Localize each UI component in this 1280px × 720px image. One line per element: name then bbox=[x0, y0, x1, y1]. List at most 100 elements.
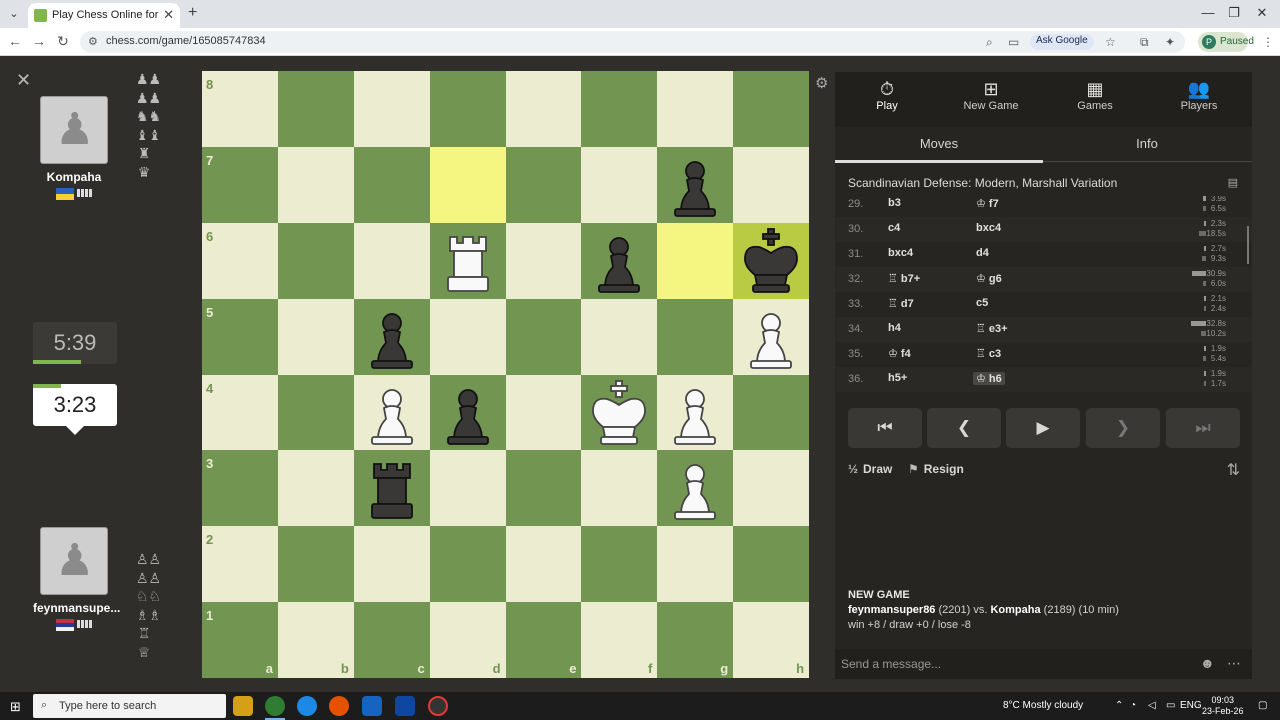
square-b2[interactable] bbox=[277, 526, 354, 603]
move-list-scrollbar[interactable] bbox=[1247, 226, 1249, 264]
black-pawn-g7[interactable] bbox=[657, 147, 733, 223]
black-move[interactable]: ♖ c3 bbox=[973, 347, 1004, 360]
close-icon[interactable]: ✕ bbox=[16, 70, 31, 91]
square-c8[interactable] bbox=[353, 71, 430, 147]
app-icon[interactable] bbox=[362, 696, 382, 716]
emoji-icon[interactable]: ☻ bbox=[1200, 655, 1215, 671]
message-input[interactable] bbox=[841, 655, 1181, 673]
square-a4[interactable]: 4 bbox=[202, 374, 278, 451]
edge-icon[interactable] bbox=[297, 696, 317, 716]
black-move[interactable]: ♔ h6 bbox=[973, 372, 1005, 385]
square-b3[interactable] bbox=[277, 450, 354, 527]
white-player-link[interactable]: feynmansuper86 bbox=[848, 604, 935, 616]
black-king-h6[interactable] bbox=[733, 223, 809, 299]
battery-icon[interactable]: ▭ bbox=[1166, 700, 1175, 711]
first-move-button[interactable]: ⏮ bbox=[848, 408, 922, 448]
square-b8[interactable] bbox=[277, 71, 354, 147]
profile-button[interactable]: P Paused bbox=[1198, 32, 1254, 52]
square-a3[interactable]: 3 bbox=[202, 450, 278, 527]
black-pawn-f6[interactable] bbox=[581, 223, 657, 299]
square-e2[interactable] bbox=[505, 526, 582, 603]
square-e1[interactable]: e bbox=[505, 602, 582, 679]
tray-chevron-icon[interactable]: ⌃ bbox=[1115, 700, 1123, 711]
square-a6[interactable]: 6 bbox=[202, 222, 278, 299]
white-move[interactable]: c4 bbox=[888, 222, 900, 234]
flip-board-icon[interactable]: ⇅ bbox=[1227, 460, 1240, 480]
black-move[interactable]: d4 bbox=[973, 247, 992, 259]
square-e6[interactable] bbox=[505, 222, 582, 299]
square-d7[interactable] bbox=[429, 146, 506, 223]
zoom-icon[interactable]: ⌕ bbox=[986, 35, 993, 50]
tab-new-game[interactable]: ⊞ New Game bbox=[939, 78, 1043, 112]
notifications-icon[interactable]: ▢ bbox=[1258, 700, 1267, 711]
square-c7[interactable] bbox=[353, 146, 430, 223]
player-name[interactable]: feynmansupe... bbox=[33, 601, 120, 615]
square-h3[interactable] bbox=[733, 450, 810, 527]
weather-widget[interactable]: 8°C Mostly cloudy bbox=[1003, 700, 1083, 711]
close-window-icon[interactable]: ✕ bbox=[1252, 5, 1272, 21]
taskbar-search[interactable]: ⌕ Type here to search bbox=[33, 694, 226, 718]
black-move[interactable]: ♔ g6 bbox=[973, 272, 1005, 285]
play-button[interactable]: ▶ bbox=[1006, 408, 1080, 448]
opponent-name[interactable]: Kompaha bbox=[33, 170, 115, 184]
square-c1[interactable]: c bbox=[353, 602, 430, 679]
square-a2[interactable]: 2 bbox=[202, 526, 278, 603]
square-g6[interactable] bbox=[657, 222, 734, 299]
opponent-card[interactable]: ♟ Kompaha bbox=[33, 96, 115, 202]
square-d1[interactable]: d bbox=[429, 602, 506, 679]
square-a8[interactable]: 8 bbox=[202, 71, 278, 147]
square-b1[interactable]: b bbox=[277, 602, 354, 679]
last-move-button[interactable]: ⏭ bbox=[1166, 408, 1240, 448]
draw-button[interactable]: ½ Draw bbox=[848, 462, 892, 476]
white-move[interactable]: b3 bbox=[888, 197, 901, 209]
square-c2[interactable] bbox=[353, 526, 430, 603]
white-move[interactable]: ♔ f4 bbox=[888, 347, 911, 360]
square-a7[interactable]: 7 bbox=[202, 146, 278, 223]
back-icon[interactable]: ← bbox=[6, 33, 24, 49]
square-b4[interactable] bbox=[277, 374, 354, 451]
move-list[interactable]: 29. b3 ♔ f7 3.9s 6.5s 30. c4 bxc4 2.3s 18.5s 31. bx… bbox=[835, 196, 1252, 392]
reload-icon[interactable]: ↻ bbox=[54, 33, 72, 50]
white-move[interactable]: bxc4 bbox=[888, 247, 913, 259]
puzzle-icon[interactable]: ✦ bbox=[1165, 35, 1175, 49]
square-d2[interactable] bbox=[429, 526, 506, 603]
white-pawn-c4[interactable] bbox=[354, 375, 430, 451]
square-e3[interactable] bbox=[505, 450, 582, 527]
firefox-icon[interactable] bbox=[329, 696, 349, 716]
minimize-icon[interactable]: — bbox=[1198, 5, 1218, 20]
square-f3[interactable] bbox=[581, 450, 658, 527]
url-field[interactable]: ⚙ chess.com/game/165085747834 ⌕ ▭ Ask Go… bbox=[80, 31, 1185, 53]
bookmark-star-icon[interactable]: ☆ bbox=[1105, 35, 1116, 49]
square-b6[interactable] bbox=[277, 222, 354, 299]
system-clock[interactable]: 09:03 23-Feb-26 bbox=[1202, 695, 1244, 717]
square-e5[interactable] bbox=[505, 298, 582, 375]
white-pawn-g4[interactable] bbox=[657, 375, 733, 451]
square-h8[interactable] bbox=[733, 71, 810, 147]
square-g5[interactable] bbox=[657, 298, 734, 375]
browser-tab[interactable]: Play Chess Online for FREE - 2 P ✕ bbox=[28, 3, 180, 28]
windows-start-icon[interactable]: ⊞ bbox=[10, 699, 21, 715]
ask-google-button[interactable]: Ask Google bbox=[1030, 34, 1094, 50]
more-options-icon[interactable]: ⋯ bbox=[1227, 655, 1241, 672]
board-settings-icon[interactable]: ⚙ bbox=[815, 74, 828, 92]
tab-games[interactable]: ▦ Games bbox=[1043, 78, 1147, 112]
book-icon[interactable]: ▤ bbox=[1228, 176, 1238, 189]
volume-icon[interactable]: ◁ bbox=[1148, 700, 1156, 711]
file-explorer-icon[interactable] bbox=[233, 696, 253, 716]
chrome-icon[interactable] bbox=[265, 696, 285, 716]
site-info-icon[interactable]: ⚙ bbox=[88, 35, 98, 48]
black-move[interactable]: c5 bbox=[973, 297, 991, 309]
next-move-button[interactable]: ❯ bbox=[1086, 408, 1160, 448]
resign-button[interactable]: ⚑ Resign bbox=[908, 462, 964, 476]
square-g1[interactable]: g bbox=[657, 602, 734, 679]
square-e4[interactable] bbox=[505, 374, 582, 451]
square-h7[interactable] bbox=[733, 146, 810, 223]
player-card[interactable]: ♟ feynmansupe... bbox=[33, 527, 120, 633]
square-g8[interactable] bbox=[657, 71, 734, 147]
extensions-icon[interactable]: ⧉ bbox=[1140, 35, 1149, 50]
cast-icon[interactable]: ▭ bbox=[1008, 35, 1019, 49]
square-f2[interactable] bbox=[581, 526, 658, 603]
obs-icon[interactable] bbox=[428, 696, 448, 716]
square-f5[interactable] bbox=[581, 298, 658, 375]
language-indicator[interactable]: ENG bbox=[1180, 700, 1202, 711]
